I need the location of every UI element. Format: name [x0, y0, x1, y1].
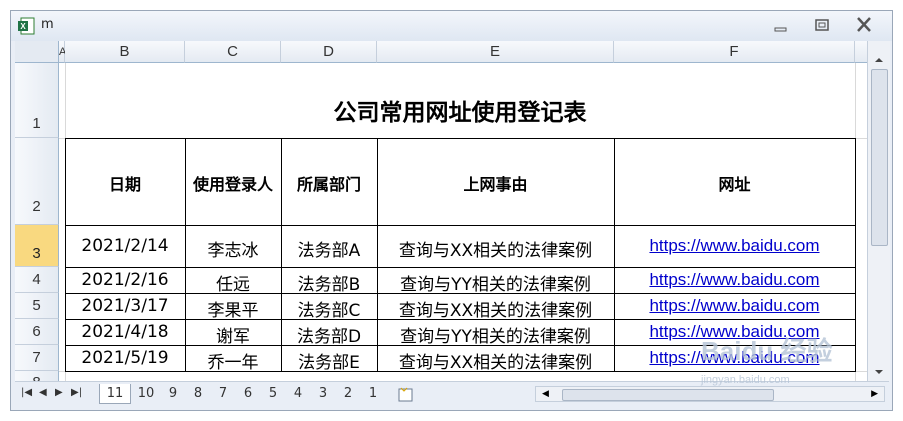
cell-url-link[interactable]: https://www.baidu.com [618, 236, 851, 256]
cell-reason[interactable]: 查询与XX相关的法律案例 [377, 296, 614, 321]
cell-reason[interactable]: 查询与YY相关的法律案例 [377, 322, 614, 347]
cell-date[interactable]: 2021/5/19 [65, 348, 185, 368]
watermark-brand: Baidu 经验 [701, 336, 833, 366]
cell-reason[interactable]: 查询与XX相关的法律案例 [377, 348, 614, 373]
cell-user[interactable]: 李果平 [185, 296, 281, 321]
scroll-left-icon[interactable]: ◀ [542, 387, 549, 401]
column-header-c[interactable]: C [185, 41, 281, 63]
row-header-2[interactable]: 2 [15, 138, 59, 225]
sheet-tab[interactable]: 10 [133, 384, 159, 404]
cell-date[interactable]: 2021/3/17 [65, 296, 185, 316]
header-url[interactable]: 网址 [614, 171, 855, 195]
cell-department[interactable]: 法务部E [281, 348, 377, 373]
cell-department[interactable]: 法务部B [281, 270, 377, 295]
table-border [65, 267, 856, 268]
sheet-tab[interactable]: 1 [362, 384, 384, 404]
minimize-icon[interactable] [767, 15, 793, 35]
cell-department[interactable]: 法务部A [281, 236, 377, 261]
column-header-d[interactable]: D [281, 41, 377, 63]
excel-icon: X [18, 17, 35, 35]
cell-date[interactable]: 2021/2/14 [65, 236, 185, 256]
header-department[interactable]: 所属部门 [281, 171, 377, 195]
sheet-tab[interactable]: 7 [212, 384, 234, 404]
cell-reason[interactable]: 查询与XX相关的法律案例 [377, 236, 614, 261]
cell-date[interactable]: 2021/4/18 [65, 322, 185, 342]
watermark: Baidu 经验 jingyan.baidu.com [701, 331, 871, 401]
header-date[interactable]: 日期 [65, 171, 185, 195]
sheet-tab[interactable]: 3 [312, 384, 334, 404]
row-header-8[interactable]: 8 [15, 371, 59, 381]
prev-sheet-icon[interactable]: ◀ [39, 387, 47, 398]
scroll-up-icon[interactable] [872, 55, 886, 65]
cell-department[interactable]: 法务部C [281, 296, 377, 321]
row-header-6[interactable]: 6 [15, 319, 59, 345]
cell-user[interactable]: 谢军 [185, 322, 281, 347]
restore-icon[interactable] [809, 15, 835, 35]
next-sheet-icon[interactable]: ▶ [55, 387, 63, 398]
cell-url-link[interactable]: https://www.baidu.com [618, 296, 851, 316]
sheet-tab-active[interactable]: 11 [99, 384, 131, 404]
workbook-window: X m A B C D E F 1 2 3 4 5 6 7 8 [10, 10, 893, 411]
table-border [65, 225, 856, 226]
vertical-scrollbar[interactable] [867, 41, 890, 381]
header-user[interactable]: 使用登录人 [185, 171, 281, 195]
cell-reason[interactable]: 查询与YY相关的法律案例 [377, 270, 614, 295]
sheet-tab[interactable]: 8 [187, 384, 209, 404]
scroll-down-icon[interactable] [872, 367, 886, 377]
sheet-tab[interactable]: 4 [287, 384, 309, 404]
cell-department[interactable]: 法务部D [281, 322, 377, 347]
last-sheet-icon[interactable]: ▶| [71, 387, 82, 398]
scroll-right-icon[interactable]: ▶ [871, 387, 878, 401]
window-title: m [41, 17, 54, 32]
column-header-b[interactable]: B [65, 41, 185, 63]
sheet-tab[interactable]: 2 [337, 384, 359, 404]
cell-user[interactable]: 李志冰 [185, 236, 281, 261]
row-header-5[interactable]: 5 [15, 293, 59, 319]
svg-text:X: X [20, 22, 26, 31]
spreadsheet-grid[interactable]: A B C D E F 1 2 3 4 5 6 7 8 公司 [15, 41, 867, 381]
watermark-url: jingyan.baidu.com [701, 374, 790, 386]
column-header-f[interactable]: F [614, 41, 855, 63]
row-header-3[interactable]: 3 [15, 225, 59, 267]
column-header-e[interactable]: E [377, 41, 614, 63]
scroll-thumb[interactable] [871, 69, 888, 246]
cell-user[interactable]: 乔一年 [185, 348, 281, 373]
sheet-tab[interactable]: 9 [162, 384, 184, 404]
row-header-1[interactable]: 1 [15, 63, 59, 138]
first-sheet-icon[interactable]: |◀ [21, 387, 32, 398]
table-title[interactable]: 公司常用网址使用登记表 [65, 93, 855, 126]
sheet-tab[interactable]: 5 [262, 384, 284, 404]
cell-url-link[interactable]: https://www.baidu.com [618, 270, 851, 290]
table-border [65, 138, 856, 139]
title-bar: X m [11, 11, 892, 41]
sheet-tab[interactable]: 6 [237, 384, 259, 404]
row-header-4[interactable]: 4 [15, 267, 59, 293]
insert-sheet-icon[interactable] [395, 386, 417, 404]
cell-user[interactable]: 任远 [185, 270, 281, 295]
select-all-corner[interactable] [15, 41, 59, 63]
close-icon[interactable] [851, 15, 877, 35]
cell-date[interactable]: 2021/2/16 [65, 270, 185, 290]
header-reason[interactable]: 上网事由 [377, 171, 614, 195]
row-header-7[interactable]: 7 [15, 345, 59, 371]
column-header-g[interactable] [855, 41, 867, 63]
